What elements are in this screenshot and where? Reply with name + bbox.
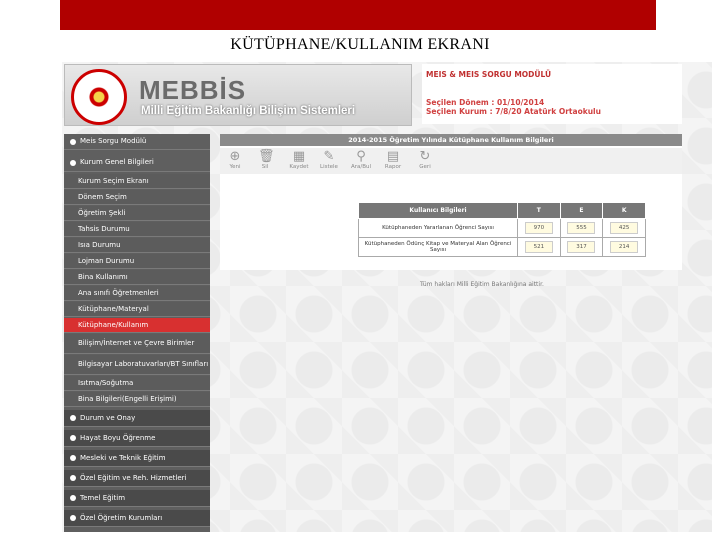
sidebar-item-temel-egitim[interactable]: Temel Eğitim — [64, 490, 210, 507]
library-usage-table: Kullanıcı Bilgileri T E K Kütüphaneden Y… — [358, 202, 646, 257]
sidebar-item-kurum-secim[interactable]: Kurum Seçim Ekranı — [64, 174, 210, 189]
logo-banner: MEBBİS Milli Eğitim Bakanlığı Bilişim Si… — [64, 64, 412, 126]
sidebar-item-donem-secim[interactable]: Dönem Seçim — [64, 190, 210, 205]
sidebar-item-tahsis-durumu[interactable]: Tahsis Durumu — [64, 222, 210, 237]
bullet-icon — [70, 455, 76, 461]
sidebar-item-meis-sorgu[interactable]: Meis Sorgu Modülü — [64, 134, 210, 150]
list-button[interactable]: ✎ Listele — [316, 149, 342, 171]
sidebar-item-bilisim[interactable]: Bilişim/İnternet ve Çevre Birimler — [64, 334, 210, 354]
report-button[interactable]: ▤ Rapor — [380, 149, 406, 171]
column-header: T — [517, 202, 561, 219]
sidebar-item-bilgisayar-lab[interactable]: Bilgisayar Laboratuvarları/BT Sınıfları — [64, 355, 210, 375]
column-header: E — [559, 202, 604, 219]
sidebar-menu: Meis Sorgu Modülü Kurum Genel Bilgileri … — [64, 134, 210, 532]
refresh-icon: ↻ — [419, 149, 431, 164]
sidebar-item-anasinifi[interactable]: Ana sınıfı Öğretmenleri — [64, 286, 210, 301]
table-header-row: Kullanıcı Bilgileri T E K — [358, 202, 646, 219]
row-label: Kütüphaneden Ödünç Kitap ve Materyal Ala… — [358, 237, 518, 257]
app-header: MEBBİS Milli Eğitim Bakanlığı Bilişim Si… — [62, 62, 712, 126]
slide-top-bar — [60, 0, 656, 30]
column-header: Kullanıcı Bilgileri — [358, 202, 518, 219]
brand-subtitle: Milli Eğitim Bakanlığı Bilişim Sistemler… — [141, 105, 356, 117]
bullet-icon — [70, 138, 76, 145]
column-header: K — [602, 202, 646, 219]
value-field[interactable]: 555 — [567, 222, 596, 234]
report-icon: ▤ — [386, 149, 400, 164]
selected-period: Seçilen Dönem : 01/10/2014 — [426, 98, 545, 107]
sidebar-item-kutuphane-materyal[interactable]: Kütüphane/Materyal — [64, 302, 210, 317]
save-button[interactable]: ▦ Kaydet — [286, 149, 312, 171]
value-field[interactable]: 317 — [567, 241, 596, 253]
module-info: MEIS & MEIS SORGU MODÜLÜ Seçilen Dönem :… — [422, 64, 682, 124]
content-header: 2014-2015 Öğretim Yılında Kütüphane Kull… — [220, 134, 682, 146]
slide-title: KÜTÜPHANE/KULLANIM EKRANI — [230, 36, 490, 53]
value-field[interactable]: 425 — [610, 222, 639, 234]
brand-name: MEBBİS — [139, 75, 247, 105]
sidebar-item-ozel-ogretim[interactable]: Özel Öğretim Kurumları — [64, 510, 210, 527]
selected-institution: Seçilen Kurum : 7/8/20 Atatürk Ortaokulu — [426, 107, 601, 116]
sidebar-item-lojman-durumu[interactable]: Lojman Durumu — [64, 254, 210, 269]
bullet-icon — [70, 435, 76, 441]
sidebar-item-isitma[interactable]: Isıtma/Soğutma — [64, 376, 210, 391]
screenshot-frame: MEBBİS Milli Eğitim Bakanlığı Bilişim Si… — [62, 62, 712, 532]
meb-emblem-icon — [71, 69, 127, 125]
new-button[interactable]: ⊕ Yeni — [222, 149, 248, 171]
search-button[interactable]: ⚲ Ara/Bul — [348, 149, 374, 171]
sidebar-item-kurum-genel[interactable]: Kurum Genel Bilgileri — [64, 154, 210, 172]
bullet-icon — [70, 415, 76, 421]
sidebar-item-ozel-egitim[interactable]: Özel Eğitim ve Reh. Hizmetleri — [64, 470, 210, 487]
back-button[interactable]: ↻ Geri — [412, 149, 438, 171]
delete-button[interactable]: 🗑 Sil — [252, 149, 278, 171]
footer-copyright: Tüm hakları Milli Eğitim Bakanlığına ait… — [420, 281, 544, 288]
value-field[interactable]: 970 — [524, 222, 553, 234]
main-content: 2014-2015 Öğretim Yılında Kütüphane Kull… — [220, 134, 682, 270]
value-field[interactable]: 521 — [524, 241, 553, 253]
sidebar-item-hayat-boyu[interactable]: Hayat Boyu Öğrenme — [64, 430, 210, 447]
bullet-icon — [70, 515, 76, 521]
table-row: Kütüphaneden Ödünç Kitap ve Materyal Ala… — [358, 237, 646, 257]
module-title: MEIS & MEIS SORGU MODÜLÜ — [426, 70, 552, 79]
sidebar-item-ogretim-sekli[interactable]: Öğretim Şekli — [64, 206, 210, 221]
sidebar-item-bina-bilgileri[interactable]: Bina Bilgileri(Engelli Erişimi) — [64, 392, 210, 407]
search-icon: ⚲ — [356, 149, 366, 164]
plus-icon: ⊕ — [229, 149, 241, 164]
sidebar-item-kutuphane-kullanim[interactable]: Kütüphane/Kullanım — [64, 318, 210, 333]
bullet-icon — [70, 475, 76, 481]
row-label: Kütüphaneden Yararlanan Öğrenci Sayısı — [358, 218, 518, 238]
sidebar-item-isia-durumu[interactable]: Isıa Durumu — [64, 238, 210, 253]
bullet-icon — [70, 495, 76, 501]
trash-icon: 🗑 — [258, 149, 275, 164]
sidebar-item-durum-onay[interactable]: Durum ve Onay — [64, 410, 210, 427]
toolbar: ⊕ Yeni 🗑 Sil ▦ Kaydet ✎ Listele ⚲ Ara/Bul ▤ Ra… — [220, 148, 682, 174]
save-icon: ▦ — [292, 149, 306, 164]
bullet-icon — [70, 159, 76, 166]
sidebar-item-bina-kullanimi[interactable]: Bina Kullanımı — [64, 270, 210, 285]
edit-icon: ✎ — [323, 149, 335, 164]
value-field[interactable]: 214 — [610, 241, 639, 253]
table-row: Kütüphaneden Yararlanan Öğrenci Sayısı 9… — [358, 218, 646, 238]
sidebar-item-mesleki-teknik[interactable]: Mesleki ve Teknik Eğitim — [64, 450, 210, 467]
